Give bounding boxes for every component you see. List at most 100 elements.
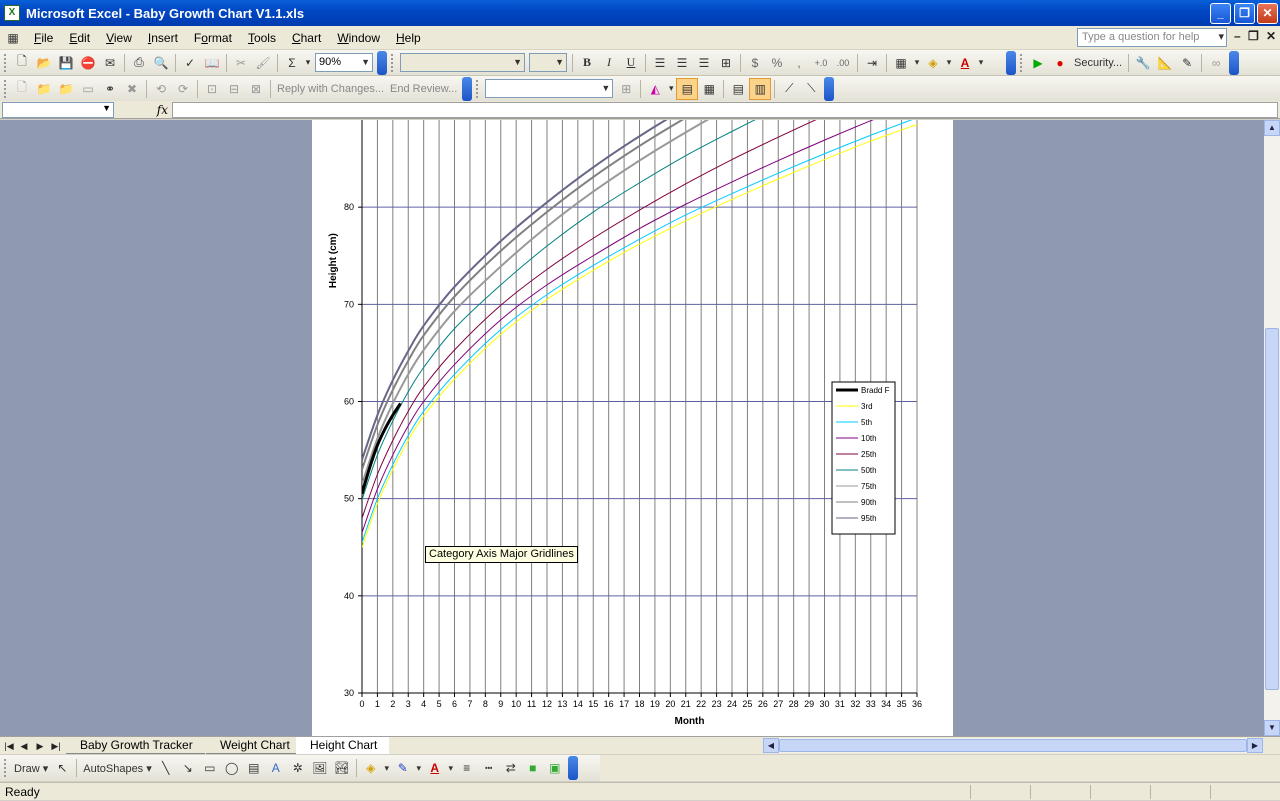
design-mode-icon[interactable]: 📐 (1154, 52, 1176, 74)
control-toolbox-icon[interactable]: 🔧 (1132, 52, 1154, 74)
wordart-icon[interactable]: A (265, 757, 287, 779)
indent-icon[interactable]: ⇥ (861, 52, 883, 74)
print-icon[interactable]: ⎙ (128, 52, 150, 74)
fill-color-dropdown-icon[interactable]: ▾ (382, 757, 392, 779)
cut-icon[interactable]: ✂ (230, 52, 252, 74)
track-changes-icon[interactable]: ⟲ (150, 78, 172, 100)
permission-icon[interactable]: ⛔ (77, 52, 99, 74)
menu-view[interactable]: View (98, 27, 140, 49)
textbox-icon[interactable]: ▤ (243, 757, 265, 779)
shadow-icon[interactable]: ■ (522, 757, 544, 779)
tab-baby-growth-tracker[interactable]: Baby Growth Tracker (66, 737, 205, 754)
arrow-style-icon[interactable]: ⇄ (500, 757, 522, 779)
compare-icon[interactable]: ⊠ (245, 78, 267, 100)
menu-insert[interactable]: Insert (140, 27, 186, 49)
close-button[interactable]: ✕ (1257, 3, 1278, 24)
toolbar-grip[interactable] (1020, 53, 1023, 72)
fill-color-icon[interactable]: ◈ (922, 52, 944, 74)
autoshapes-menu-button[interactable]: AutoShapes ▾ (80, 762, 155, 775)
run-macro-icon[interactable]: ▶ (1027, 52, 1049, 74)
chart-type-dropdown-icon[interactable]: ▾ (666, 78, 676, 100)
delete-comment-icon[interactable]: ✖ (121, 78, 143, 100)
decrease-decimal-button[interactable]: .00 (832, 52, 854, 74)
font-color-icon[interactable]: A (954, 52, 976, 74)
toolbar-options-icon[interactable] (377, 50, 387, 75)
toolbar-options-icon[interactable] (824, 76, 835, 101)
percent-button[interactable]: % (766, 52, 788, 74)
new-comment-icon[interactable]: 🗋 (11, 78, 33, 100)
line-color-dropdown-icon[interactable]: ▾ (414, 757, 424, 779)
format-painter-icon[interactable]: 🖌 (252, 52, 274, 74)
chevron-down-icon[interactable]: ▾ (1218, 29, 1224, 46)
borders-icon[interactable]: ▦ (890, 52, 912, 74)
prev-sheet-icon[interactable]: ◀ (18, 739, 30, 753)
vertical-scroll-thumb[interactable] (1265, 328, 1279, 690)
spelling-icon[interactable]: ✓ (179, 52, 201, 74)
tab-weight-chart[interactable]: Weight Chart (206, 737, 302, 754)
line-style-icon[interactable]: ≡ (456, 757, 478, 779)
help-search-input[interactable]: Type a question for help ▾ (1077, 28, 1227, 47)
last-sheet-icon[interactable]: ▶| (50, 739, 62, 753)
toolbar-grip[interactable] (4, 759, 7, 777)
scroll-right-icon[interactable]: ▶ (1247, 738, 1263, 753)
diagram-icon[interactable]: ✲ (287, 757, 309, 779)
link-icon[interactable]: ∞ (1205, 52, 1227, 74)
security-button[interactable]: Security... (1071, 57, 1125, 69)
rectangle-icon[interactable]: ▭ (199, 757, 221, 779)
script-editor-icon[interactable]: ✎ (1176, 52, 1198, 74)
menu-edit[interactable]: Edit (61, 27, 98, 49)
merge-center-icon[interactable]: ⊞ (715, 52, 737, 74)
by-column-icon[interactable]: ▥ (749, 77, 772, 100)
toolbar-options-icon[interactable] (1229, 50, 1240, 75)
font-name-select[interactable]: ▼ (400, 53, 525, 72)
end-review-button[interactable]: End Review... (387, 83, 460, 95)
menu-chart[interactable]: Chart (284, 27, 329, 49)
fill-color-dropdown-icon[interactable]: ▾ (944, 52, 954, 74)
bold-button[interactable]: B (576, 52, 598, 74)
angle-text-up-icon[interactable]: ⟍ (800, 78, 822, 100)
comma-button[interactable]: , (788, 52, 810, 74)
autosum-dropdown-icon[interactable]: ▾ (303, 52, 313, 74)
by-row-icon[interactable]: ▤ (727, 78, 749, 100)
chevron-down-icon[interactable]: ▼ (361, 54, 370, 71)
email-icon[interactable]: ✉ (99, 52, 121, 74)
borders-dropdown-icon[interactable]: ▾ (912, 52, 922, 74)
print-preview-icon[interactable]: 🔍 (150, 52, 172, 74)
name-box[interactable]: ▼ (2, 101, 114, 118)
toolbar-grip[interactable] (476, 79, 479, 98)
line-color-icon[interactable]: ✎ (392, 757, 414, 779)
show-all-comments-icon[interactable]: ⚭ (99, 78, 121, 100)
formula-input[interactable] (172, 101, 1278, 118)
vertical-scrollbar[interactable]: ▲ ▼ (1264, 120, 1280, 736)
angle-text-down-icon[interactable]: ⟋ (778, 78, 800, 100)
new-icon[interactable]: 🗋 (11, 52, 33, 74)
research-icon[interactable]: 📖 (201, 52, 223, 74)
font-color-icon[interactable]: A (424, 757, 446, 779)
italic-button[interactable]: I (598, 52, 620, 74)
menu-tools[interactable]: Tools (240, 27, 284, 49)
currency-button[interactable]: $ (744, 52, 766, 74)
font-color-dropdown-icon[interactable]: ▾ (446, 757, 456, 779)
picture-icon[interactable]: 🏞 (331, 757, 353, 779)
scroll-left-icon[interactable]: ◀ (763, 738, 779, 753)
toolbar-grip[interactable] (4, 53, 7, 72)
dash-style-icon[interactable]: ┅ (478, 757, 500, 779)
scroll-down-icon[interactable]: ▼ (1264, 720, 1280, 736)
font-color-dropdown-icon[interactable]: ▾ (976, 52, 986, 74)
align-right-icon[interactable]: ☰ (693, 52, 715, 74)
doc-restore-button[interactable]: ❐ (1248, 29, 1259, 43)
draw-menu-button[interactable]: Draw ▾ (11, 762, 51, 775)
3d-style-icon[interactable]: ▣ (544, 757, 566, 779)
legend[interactable]: Bradd F 3rd 5th 10th 25th 50th 75th 90th 95th (831, 381, 896, 535)
chevron-down-icon[interactable]: ▼ (555, 54, 564, 71)
toolbar-options-icon[interactable] (462, 76, 473, 101)
next-sheet-icon[interactable]: ▶ (34, 739, 46, 753)
menu-window[interactable]: Window (329, 27, 388, 49)
chevron-down-icon[interactable]: ▼ (513, 54, 522, 71)
doc-close-button[interactable]: ✕ (1266, 29, 1276, 43)
align-left-icon[interactable]: ☰ (649, 52, 671, 74)
menu-file[interactable]: File (26, 27, 61, 49)
zoom-select[interactable]: 90% ▼ (315, 53, 373, 72)
accept-changes-icon[interactable]: ⟳ (172, 78, 194, 100)
legend-toggle-icon[interactable]: ▤ (676, 77, 699, 100)
